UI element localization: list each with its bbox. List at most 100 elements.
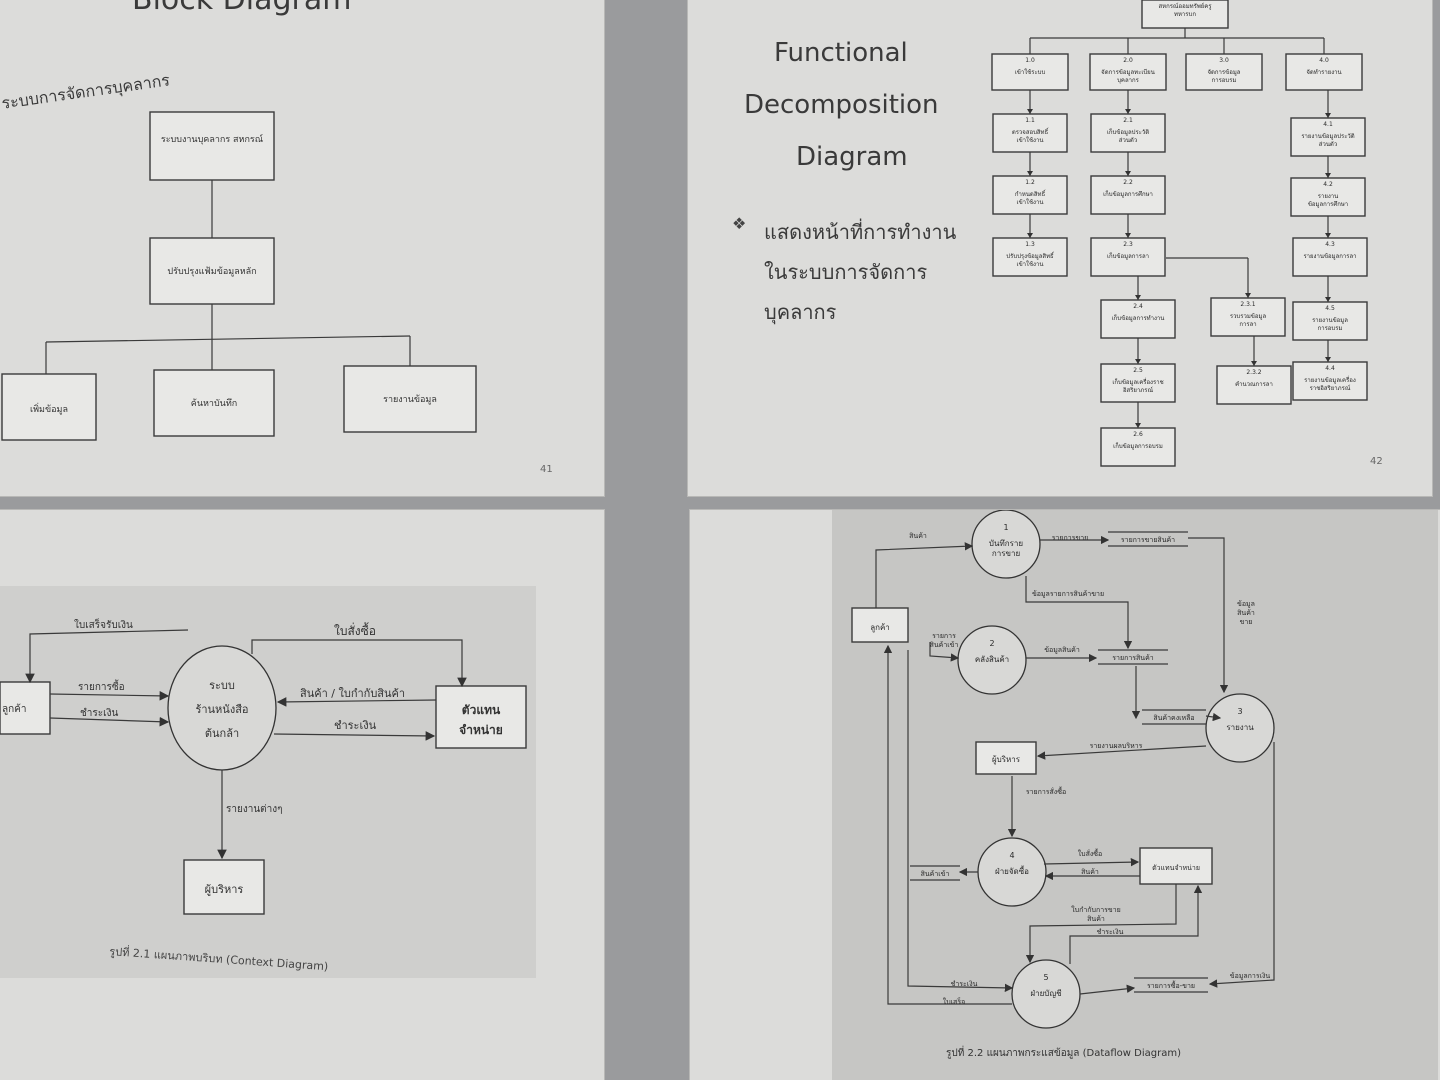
functional-decomposition-diagram: สหกรณ์ออมทรัพย์ครูทหารบก 1.0 เข้าใช้ระบบ 2.… [991, 0, 1368, 467]
fdd-arrow [1251, 361, 1257, 366]
flow-label: ชำระเงิน [334, 719, 377, 732]
dfd-flow-label: รายการ [932, 632, 956, 640]
fdd-box-label: ส่วนตัว [1119, 137, 1137, 144]
dfd-flow-arrow [1208, 742, 1275, 988]
dfd-entity-label: ลูกค้า [870, 623, 890, 633]
fdd-box-id: 2.6 [1133, 431, 1143, 438]
block-diagram [1, 111, 477, 441]
dfd-flow-label: สินค้า [1087, 915, 1105, 923]
block-leaf-label: รายงานข้อมูล [383, 395, 437, 405]
fdd-arrow [1027, 233, 1033, 238]
fdd-box-label: เข้าใช้งาน [1017, 260, 1044, 268]
dfd-store-label: รายการสินค้า [1112, 654, 1153, 662]
dfd-flow-label: ใบเสร็จ [943, 997, 965, 1006]
dfd-flow-arrow [1025, 884, 1177, 964]
fdd-box-id: 2.5 [1133, 367, 1143, 374]
fdd-box-label: เก็บข้อมูลการลา [1107, 251, 1149, 260]
context-entity-agent-label: ตัวแทน จำหน่าย [459, 703, 503, 737]
context-process-label: ระบบ ร้านหนังสือ ต้นกล้า [195, 679, 249, 740]
fdd-arrow [1135, 295, 1141, 300]
fdd-box-label: ราชอิสริยาภรณ์ [1310, 384, 1351, 392]
fdd-box-label: การอบรม [1212, 77, 1237, 84]
fdd-box-id: 1.0 [1025, 57, 1035, 64]
fdd-box-id: 4.0 [1319, 57, 1329, 64]
dfd-flow-label: รายงานผลบริหาร [1090, 742, 1143, 750]
dfd-flow-label: สินค้าเข้า [930, 641, 959, 649]
dfd-flow-label: ชำระเงิน [1097, 928, 1124, 936]
context-diagram [0, 629, 527, 915]
dfd-flow-label: ข้อมูล [1237, 600, 1255, 608]
fdd-box-id: 2.3 [1123, 241, 1133, 248]
slide-41: Block Diagram ระบบการจัดการบุคลากร ระบบง… [0, 0, 604, 496]
figure-caption: รูปที่ 2.2 แผนภาพกระแสข้อมูล (Dataflow D… [946, 1048, 1181, 1059]
fdd-root-label: สหกรณ์ออมทรัพย์ครู [1158, 2, 1212, 10]
fdd-box-id: 2.4 [1133, 303, 1143, 310]
fdd-box-label: คำนวณการลา [1235, 381, 1273, 388]
flow-label: ใบสั่งซื้อ [334, 624, 377, 638]
fdd-box-id: 4.4 [1325, 365, 1335, 372]
dfd-flow-label: สินค้า [1081, 868, 1099, 876]
fdd-box-label: เก็บข้อมูลการศึกษา [1103, 189, 1153, 198]
dfd-store-label: รายการซื้อ-ขาย [1147, 979, 1195, 990]
dataflow-diagram: ลูกค้าผู้บริหารตัวแทนจำหน่าย 1 บันทึกรายกา… [851, 510, 1275, 1029]
page-number: 42 [1370, 456, 1383, 467]
fdd-box-id: 1.1 [1025, 117, 1035, 124]
fdd-box-label: รายงานข้อมูล [1312, 317, 1348, 324]
block-mid-label: ปรับปรุงแฟ้มข้อมูลหลัก [167, 267, 257, 277]
fdd-box-label: บุคลากร [1117, 77, 1140, 84]
fdd-box-id: 4.3 [1325, 241, 1335, 248]
block-leaf-label: ค้นหาบันทึก [190, 399, 238, 409]
fdd-arrow [1027, 171, 1033, 176]
fdd-box-label: กำหนดสิทธิ์ [1015, 189, 1047, 198]
dfd-flow-arrow [1188, 537, 1229, 694]
flow-label: ใบเสร็จรับเงิน [74, 620, 133, 631]
fdd-box-label: รายงานข้อมูลประวัติ [1301, 133, 1354, 140]
fdd-arrow [1325, 357, 1331, 362]
flow-label: ชำระเงิน [80, 708, 119, 719]
fdd-box-label: ปรับปรุงข้อมูลสิทธิ์ [1006, 251, 1055, 260]
fdd-box-label: ตรวจสอบสิทธิ์ [1012, 127, 1050, 136]
dfd-flow-label: สินค้า [1237, 609, 1255, 617]
fdd-box-label: รายงานข้อมูลเครื่อง [1304, 376, 1356, 384]
fdd-box-id: 3.0 [1219, 57, 1229, 64]
block-leaf-label: เพิ่มข้อมูล [30, 405, 68, 415]
dfd-process-number: 5 [1043, 973, 1048, 982]
slide-44: ลูกค้า ผู้บริหาร ตัวแทนจำหน่าย 1 บันทึกราย กา… [690, 510, 1440, 1080]
context-entity-exec-label: ผู้บริหาร [204, 883, 244, 896]
fdd-box-label: การลา [1239, 321, 1256, 328]
dfd-entity-label: ผู้บริหาร [992, 755, 1021, 765]
fdd-box-label: ข้อมูลการศึกษา [1308, 201, 1348, 208]
dfd-flow-arrow [875, 542, 974, 608]
context-entity-customer-label: ลูกค้า [2, 704, 27, 715]
fdd-box-label: เก็บข้อมูลเครื่องราช [1112, 377, 1163, 386]
dfd-process-label: การขาย [992, 549, 1020, 558]
fdd-box-id: 4.2 [1323, 181, 1333, 188]
dfd-flow-label: ข้อมูลสินค้า [1044, 646, 1080, 654]
dfd-process-label: ฝ่ายจัดซื้อ [995, 865, 1029, 876]
fdd-arrow [1325, 173, 1331, 178]
fdd-box-id: 1.3 [1025, 241, 1035, 248]
fdd-arrow [1325, 233, 1331, 238]
fdd-box-label: เก็บข้อมูลประวัติ [1107, 127, 1149, 136]
dfd-process-label: ฝ่ายบัญชี [1030, 989, 1062, 998]
fdd-arrow [1125, 109, 1131, 114]
fdd-box-label: การอบรม [1318, 325, 1343, 332]
dfd-flow-label: รายการสั่งซื้อ [1026, 785, 1066, 796]
fdd-arrow [1125, 233, 1131, 238]
fdd-arrow [1135, 359, 1141, 364]
page-number: 41 [540, 464, 553, 475]
fdd-box-id: 2.3.2 [1246, 369, 1261, 376]
fdd-box-id: 2.2 [1123, 179, 1133, 186]
dfd-flow-label: รายการขาย [1052, 534, 1089, 542]
dfd-process-number: 3 [1237, 707, 1242, 716]
fdd-box-id: 1.2 [1025, 179, 1035, 186]
fdd-box-label: รวบรวมข้อมูล [1230, 313, 1267, 320]
dfd-process-number: 4 [1009, 851, 1014, 860]
fdd-box-id: 2.1 [1123, 117, 1133, 124]
fdd-arrow [1125, 171, 1131, 176]
block-root-label: ระบบงานบุคลากร สหกรณ์ [160, 135, 264, 145]
fdd-box-label: เข้าใช้งาน [1017, 136, 1044, 144]
fdd-box-id: 4.5 [1325, 305, 1335, 312]
dfd-process-label: คลังสินค้า [975, 655, 1009, 664]
dfd-flow-label: ชำระเงิน [951, 980, 978, 988]
